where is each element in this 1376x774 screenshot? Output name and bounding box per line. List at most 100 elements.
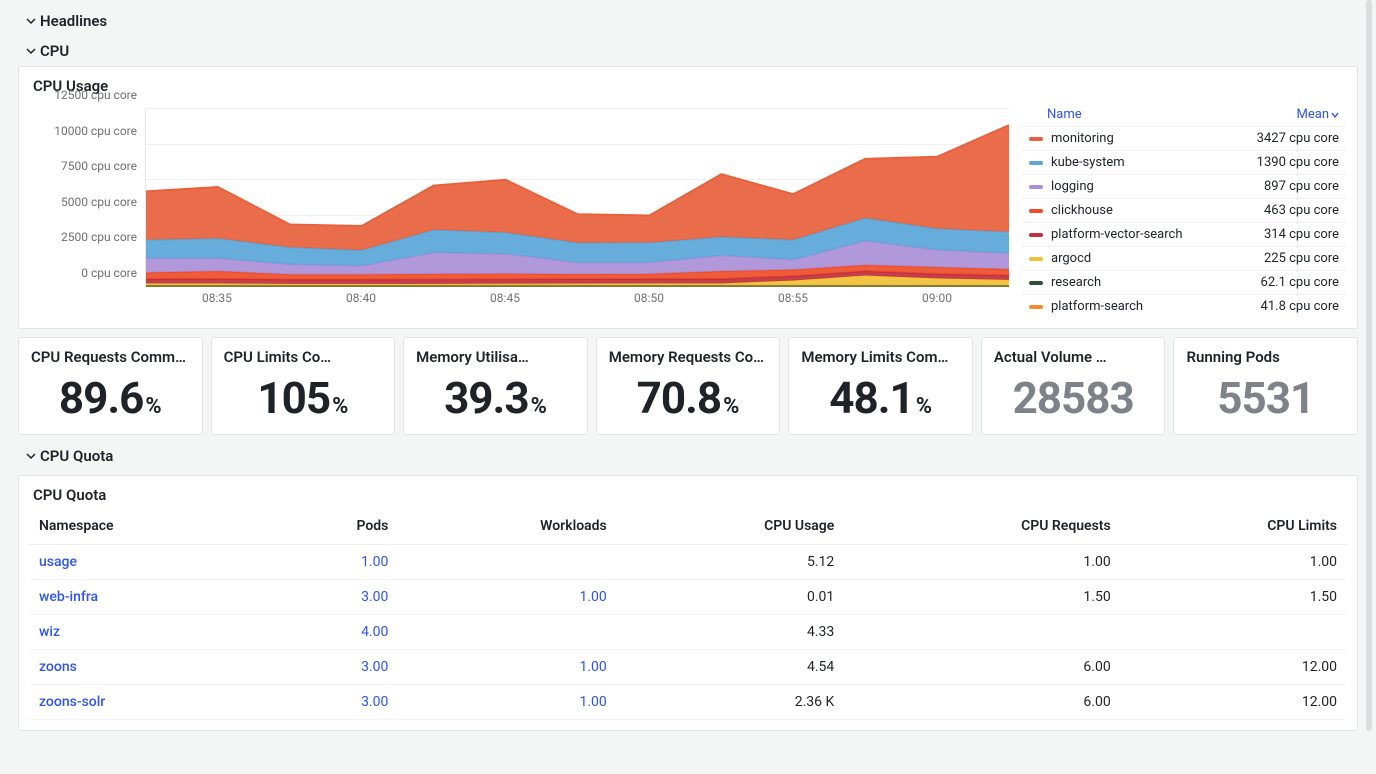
legend-value: 62.1 cpu core [1261,275,1339,290]
legend-item[interactable]: monitoring3427 cpu core [1021,126,1347,150]
stat-label: Running Pods [1186,348,1345,366]
legend-swatch [1029,257,1043,261]
quota-cell[interactable]: 1.00 [398,650,616,685]
quota-cell[interactable]: 3.00 [267,650,398,685]
legend-swatch [1029,233,1043,237]
cpu-usage-panel: CPU Usage 0 cpu core2500 cpu core5000 cp… [18,66,1358,329]
section-cpu-toggle[interactable]: CPU [18,36,1358,66]
legend-item[interactable]: platform-search41.8 cpu core [1021,294,1347,318]
x-tick: 08:55 [778,291,808,305]
y-tick: 10000 cpu core [54,124,137,138]
legend-item[interactable]: argocd225 cpu core [1021,246,1347,270]
stat-panel[interactable]: Memory Requests Com…70.8% [596,337,781,435]
namespace-cell[interactable]: usage [29,545,267,580]
stat-unit: % [531,394,547,419]
legend-name: platform-vector-search [1051,227,1264,242]
legend-item[interactable]: logging897 cpu core [1021,174,1347,198]
table-row: zoons3.001.004.546.0012.00 [29,650,1347,685]
quota-cell[interactable]: 3.00 [267,685,398,720]
stat-label: Memory Limits Commit… [801,348,960,366]
stat-panel[interactable]: Memory Limits Commit…48.1% [788,337,973,435]
cpu-usage-legend: Name Mean monitoring3427 cpu corekube-sy… [1009,99,1347,318]
quota-cell: 1.00 [844,545,1120,580]
stat-value: 5531 [1217,372,1314,424]
quota-cell: 12.00 [1121,650,1347,685]
quota-cell[interactable]: 3.00 [267,580,398,615]
legend-value: 314 cpu core [1264,227,1339,242]
namespace-cell[interactable]: wiz [29,615,267,650]
cpu-usage-chart[interactable]: 0 cpu core 2500 cpu core 5000 cpu core 7500… [29,99,1009,307]
legend-swatch [1029,137,1043,141]
chevron-down-icon [26,46,36,56]
stat-unit: % [916,394,932,419]
legend-item[interactable]: kube-system1390 cpu core [1021,150,1347,174]
quota-cell: 0.01 [617,580,845,615]
chevron-down-icon [26,451,36,461]
section-cpu-quota-label: CPU Quota [40,447,113,465]
quota-cell: 12.00 [1121,685,1347,720]
quota-cell: 1.00 [1121,545,1347,580]
stat-panel[interactable]: CPU Limits Co…105% [211,337,396,435]
quota-cell: 1.50 [844,580,1120,615]
legend-name: monitoring [1051,131,1257,146]
section-cpu-label: CPU [40,42,69,60]
namespace-cell[interactable]: zoons [29,650,267,685]
quota-cell: 5.12 [617,545,845,580]
legend-value: 897 cpu core [1264,179,1339,194]
legend-name: platform-search [1051,299,1261,314]
namespace-cell[interactable]: zoons-solr [29,685,267,720]
quota-cell: 4.54 [617,650,845,685]
legend-header-name[interactable]: Name [1047,107,1297,122]
quota-cell[interactable]: 4.00 [267,615,398,650]
legend-swatch [1029,281,1043,285]
quota-cell [398,615,616,650]
legend-name: clickhouse [1051,203,1264,218]
legend-swatch [1029,161,1043,165]
y-tick: 12500 cpu core [54,88,137,102]
quota-cell [1121,615,1347,650]
stat-unit: % [723,394,739,419]
stat-panel[interactable]: Memory Utilisa…39.3% [403,337,588,435]
legend-item[interactable]: research62.1 cpu core [1021,270,1347,294]
quota-cell[interactable]: 1.00 [398,685,616,720]
quota-cell[interactable]: 1.00 [398,580,616,615]
section-cpu-quota-toggle[interactable]: CPU Quota [18,441,1358,471]
quota-cell: 1.50 [1121,580,1347,615]
stat-panel[interactable]: Actual Volume …28583 [981,337,1166,435]
quota-col[interactable]: Workloads [398,508,616,545]
stat-unit: % [332,394,348,419]
quota-cell[interactable]: 1.00 [267,545,398,580]
legend-value: 1390 cpu core [1257,155,1339,170]
stat-label: Memory Requests Com… [609,348,768,366]
stat-label: CPU Limits Co… [224,348,383,366]
quota-cell: 2.36 K [617,685,845,720]
legend-name: kube-system [1051,155,1257,170]
quota-col[interactable]: Pods [267,508,398,545]
chevron-down-icon [26,16,36,26]
quota-cell: 4.33 [617,615,845,650]
quota-cell [844,615,1120,650]
legend-item[interactable]: platform-vector-search314 cpu core [1021,222,1347,246]
quota-col[interactable]: CPU Usage [617,508,845,545]
legend-value: 41.8 cpu core [1261,299,1339,314]
section-headlines-toggle[interactable]: Headlines [18,6,1358,36]
stat-panel[interactable]: Running Pods 5531 [1173,337,1358,435]
legend-header-mean[interactable]: Mean [1297,107,1340,122]
y-tick: 0 cpu core [81,266,137,280]
y-tick: 7500 cpu core [61,159,137,173]
table-row: usage1.005.121.001.00 [29,545,1347,580]
stat-row: CPU Requests Commit…89.6%CPU Limits Co…1… [18,337,1358,435]
quota-col[interactable]: Namespace [29,508,267,545]
stat-value: 28583 [1013,372,1134,424]
cpu-quota-panel: CPU Quota NamespacePodsWorkloadsCPU Usag… [18,475,1358,731]
stat-value: 39.3 [444,372,529,424]
cpu-quota-title: CPU Quota [19,476,1357,508]
namespace-cell[interactable]: web-infra [29,580,267,615]
y-tick: 2500 cpu core [61,230,137,244]
legend-value: 225 cpu core [1264,251,1339,266]
quota-col[interactable]: CPU Requests [844,508,1120,545]
legend-item[interactable]: clickhouse463 cpu core [1021,198,1347,222]
quota-col[interactable]: CPU Limits [1121,508,1347,545]
y-tick: 5000 cpu core [61,195,137,209]
stat-panel[interactable]: CPU Requests Commit…89.6% [18,337,203,435]
